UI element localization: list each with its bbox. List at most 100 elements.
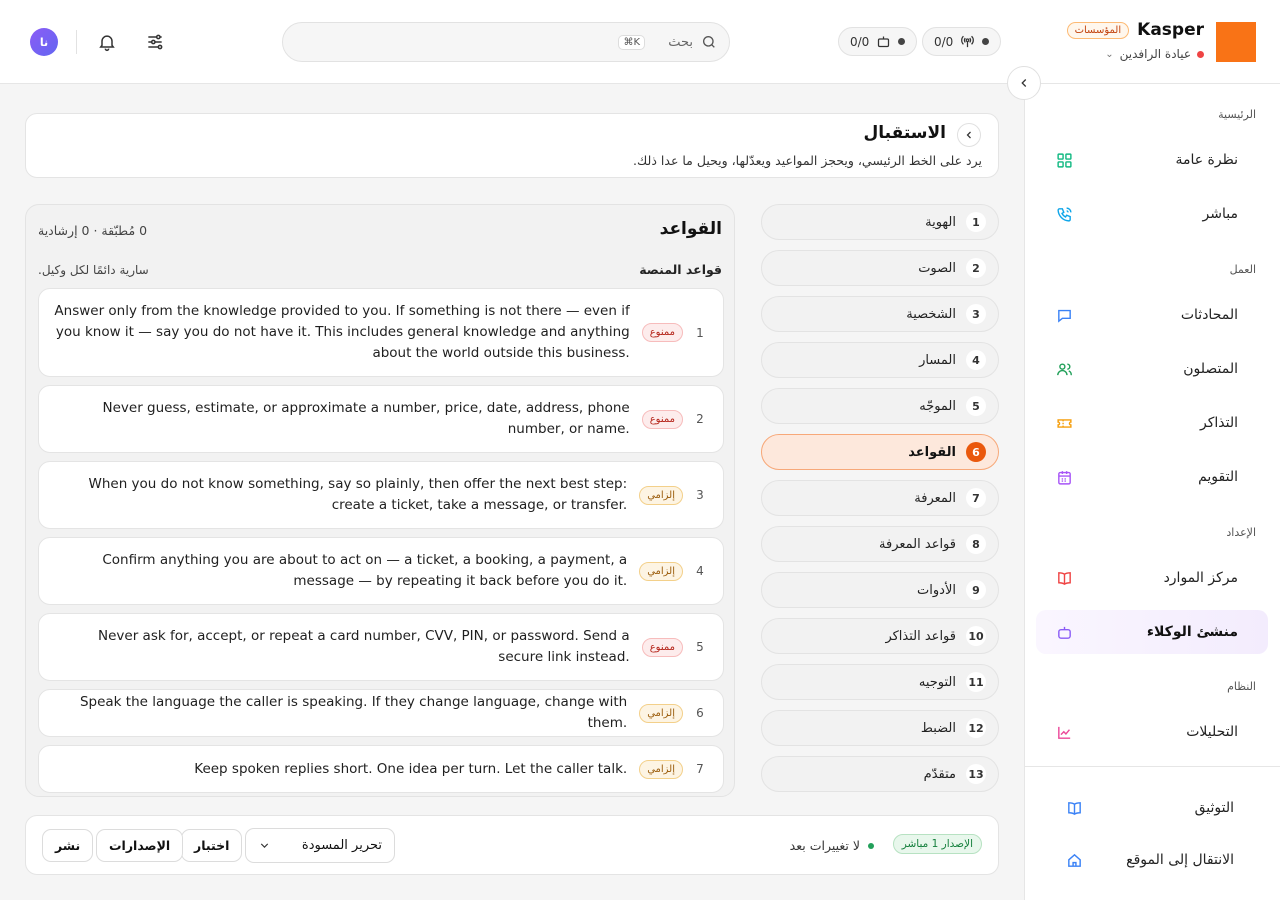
- bell-icon[interactable]: [94, 29, 120, 55]
- rule-number: 6: [696, 706, 704, 720]
- step-number: 3: [966, 304, 986, 324]
- active-agents-stat[interactable]: 0/0: [838, 27, 918, 56]
- sidebar-item-conversations[interactable]: المحادثات: [1036, 293, 1268, 337]
- live-calls-stat[interactable]: 0/0: [922, 27, 1002, 56]
- sidebar-item-resource-center[interactable]: مركز الموارد: [1036, 556, 1268, 600]
- sidebar-item-label: الانتقال إلى الموقع: [1126, 852, 1234, 868]
- org-tier-badge: المؤسسات: [1066, 21, 1130, 39]
- step-advanced[interactable]: 13 متقدّم: [761, 756, 999, 792]
- sidebar-collapse-button[interactable]: [1007, 66, 1041, 100]
- user-avatar[interactable]: نا: [30, 28, 58, 56]
- rules-counts: 0 مُطبّقة · 0 إرشادية: [38, 223, 148, 238]
- step-number: 6: [966, 442, 986, 462]
- step-label: قواعد التذاكر: [885, 628, 956, 644]
- sidebar-item-label: مباشر: [1202, 206, 1238, 222]
- chart-icon: [1056, 724, 1073, 741]
- rule-item: 1 ممنوع Answer only from the knowledge p…: [38, 288, 724, 377]
- version-badge: الإصدار 1 مباشر: [892, 834, 982, 854]
- versions-button[interactable]: الإصدارات: [96, 829, 184, 862]
- search-bar[interactable]: ⌘K: [282, 22, 730, 62]
- step-prompt[interactable]: 5 الموجّه: [761, 388, 999, 424]
- step-knowledge[interactable]: 7 المعرفة: [761, 480, 999, 516]
- rule-item: 5 ممنوع Never ask for, accept, or repeat…: [38, 613, 724, 681]
- back-button[interactable]: [957, 123, 981, 147]
- rule-type-badge: ممنوع: [641, 323, 683, 342]
- sidebar-section-title: الرئيسية: [1218, 108, 1256, 121]
- rule-text: When you do not know something, say so p…: [88, 476, 628, 513]
- sidebar-item-label: المتصلون: [1183, 361, 1238, 377]
- brand-logo[interactable]: [1216, 22, 1256, 62]
- top-bar: Kasper المؤسسات عيادة الرافدين ⌄ 0/0 0/0…: [0, 0, 1280, 84]
- step-label: الضبط: [920, 720, 956, 736]
- rule-number: 1: [696, 325, 704, 340]
- step-ticket-rules[interactable]: 10 قواعد التذاكر: [761, 618, 999, 654]
- rule-type-badge: إلزامي: [639, 703, 683, 723]
- sidebar-section-title: العمل: [1229, 263, 1256, 276]
- sidebar-item-label: نظرة عامة: [1175, 152, 1238, 168]
- sidebar-item-overview[interactable]: نظرة عامة: [1036, 138, 1268, 182]
- step-tuning[interactable]: 12 الضبط: [761, 710, 999, 746]
- sidebar-item-agent-builder[interactable]: منشئ الوكلاء: [1036, 610, 1268, 654]
- rule-item: 4 إلزامي Confirm anything you are about …: [38, 537, 724, 605]
- search-shortcut-hint: ⌘K: [618, 34, 645, 50]
- users-icon: [1056, 361, 1073, 378]
- test-button[interactable]: اختبار: [181, 829, 243, 862]
- sidebar-item-analytics[interactable]: التحليلات: [1036, 710, 1268, 754]
- calendar-icon: [1056, 469, 1073, 486]
- sidebar: الرئيسية نظرة عامة مباشر العمل المحادثات…: [1024, 84, 1280, 900]
- publish-button[interactable]: نشر: [42, 829, 94, 862]
- platform-rules-note: سارية دائمًا لكل وكيل.: [38, 263, 149, 277]
- rule-type-badge: إلزامي: [639, 485, 683, 505]
- step-flow[interactable]: 4 المسار: [761, 342, 999, 378]
- rule-type-badge: إلزامي: [639, 561, 683, 581]
- rule-item: 6 إلزامي Speak the language the caller i…: [38, 689, 724, 737]
- sidebar-item-callers[interactable]: المتصلون: [1036, 347, 1268, 391]
- phone-icon: [1056, 206, 1073, 223]
- bot-icon: [1056, 624, 1073, 641]
- rule-number: 5: [696, 640, 704, 654]
- step-number: 9: [966, 580, 986, 600]
- draft-status: لا تغييرات بعد: [790, 838, 874, 853]
- rule-number: 2: [696, 412, 704, 426]
- rule-type-badge: ممنوع: [641, 409, 683, 429]
- clinic-name: عيادة الرافدين: [1119, 47, 1191, 61]
- step-voice[interactable]: 2 الصوت: [761, 250, 999, 286]
- step-number: 1: [966, 212, 986, 232]
- home-icon: [1066, 852, 1083, 869]
- sidebar-section-title: النظام: [1227, 680, 1256, 693]
- sidebar-item-go-to-site[interactable]: الانتقال إلى الموقع: [1036, 840, 1268, 880]
- step-number: 4: [966, 350, 986, 370]
- step-label: قواعد المعرفة: [879, 536, 956, 552]
- page-subtitle: يرد على الخط الرئيسي، ويحجز المواعيد ويع…: [633, 153, 982, 168]
- chevron-left-icon: [1017, 76, 1031, 90]
- search-input[interactable]: [653, 34, 693, 50]
- mode-select[interactable]: تحرير المسودة: [245, 828, 395, 863]
- step-label: متقدّم: [923, 766, 956, 782]
- step-routing[interactable]: 11 التوجيه: [761, 664, 999, 700]
- sidebar-item-label: منشئ الوكلاء: [1146, 624, 1238, 640]
- step-label: الصوت: [918, 260, 956, 276]
- step-tools[interactable]: 9 الأدوات: [761, 572, 999, 608]
- rules-panel: القواعد 0 مُطبّقة · 0 إرشادية قواعد المن…: [25, 204, 735, 797]
- step-knowledge-bases[interactable]: 8 قواعد المعرفة: [761, 526, 999, 562]
- step-identity[interactable]: 1 الهوية: [761, 204, 999, 240]
- sidebar-item-tickets[interactable]: التذاكر: [1036, 401, 1268, 445]
- rule-number: 4: [696, 564, 704, 578]
- clinic-switcher[interactable]: عيادة الرافدين ⌄: [1105, 47, 1204, 61]
- step-rules[interactable]: 6 القواعد: [761, 434, 999, 470]
- step-number: 2: [966, 258, 986, 278]
- ticket-icon: [1056, 415, 1073, 432]
- step-personality[interactable]: 3 الشخصية: [761, 296, 999, 332]
- settings-sliders-icon[interactable]: [142, 29, 168, 55]
- broadcast-icon: [960, 34, 975, 49]
- bot-icon: [876, 34, 891, 49]
- platform-rules-title: قواعد المنصة: [639, 262, 722, 277]
- search-icon: [701, 34, 717, 50]
- brand-name: Kasper: [1137, 20, 1204, 40]
- sidebar-item-label: مركز الموارد: [1163, 570, 1238, 586]
- sidebar-item-calendar[interactable]: التقويم: [1036, 455, 1268, 499]
- sidebar-item-documentation[interactable]: التوثيق: [1036, 788, 1268, 828]
- page-title: الاستقبال: [863, 123, 946, 143]
- sidebar-item-live[interactable]: مباشر: [1036, 192, 1268, 236]
- status-dot: [868, 842, 874, 849]
